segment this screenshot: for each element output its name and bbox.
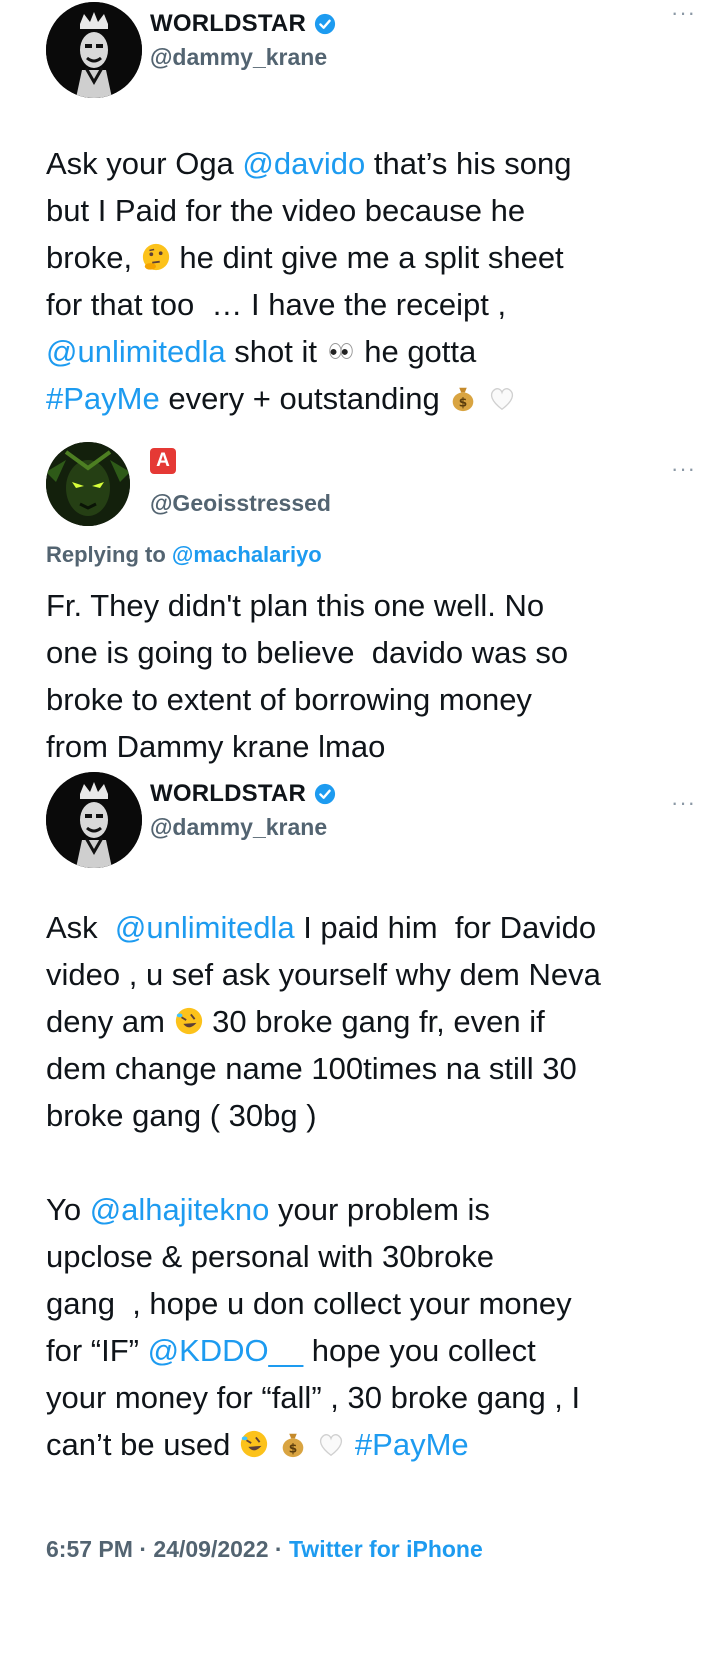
money-bag-emoji-icon: $ <box>282 1433 303 1458</box>
mention-alhajitekno[interactable]: @alhajitekno <box>90 1192 270 1227</box>
white-heart-emoji-icon <box>320 1434 343 1457</box>
tweet-header-worldstar-1: WORLDSTAR @dammy_krane ··· <box>46 0 696 112</box>
svg-text:$: $ <box>459 395 467 409</box>
tweet-text-2: Ask @unlimitedla I paid him for Davido v… <box>46 904 696 1468</box>
thinking-face-emoji-icon <box>142 243 169 271</box>
display-name[interactable]: WORLDSTAR <box>150 10 306 38</box>
separator: · <box>132 1536 154 1562</box>
more-options-icon[interactable]: ··· <box>671 0 696 26</box>
tweet-timestamp-row: 6:57 PM · 24/09/2022 · Twitter for iPhon… <box>46 1536 483 1563</box>
money-bag-emoji-icon: $ <box>453 387 474 412</box>
rofl-emoji-icon <box>175 1007 202 1035</box>
text-segment: Ask your Oga <box>46 146 243 181</box>
verified-badge-icon <box>314 783 336 805</box>
mention-kddo[interactable]: @KDDO__ <box>148 1333 304 1368</box>
tweet-header-geoisstressed: A @Geoisstressed ··· <box>46 442 696 552</box>
mention-davido[interactable]: @davido <box>242 146 365 181</box>
svg-text:$: $ <box>288 1441 296 1455</box>
username[interactable]: @dammy_krane <box>150 44 327 71</box>
tweet-source[interactable]: Twitter for iPhone <box>289 1536 483 1562</box>
tweet-text-reply: Fr. They didn't plan this one well. No o… <box>46 588 569 764</box>
white-heart-emoji-icon <box>490 388 514 411</box>
avatar[interactable] <box>46 2 142 98</box>
mention-unlimitedla[interactable]: @unlimitedla <box>115 910 295 945</box>
mention-machalariyo[interactable]: @machalariyo <box>172 542 322 567</box>
tweet-header-worldstar-2: WORLDSTAR @dammy_krane ··· <box>46 772 696 882</box>
name-row: WORLDSTAR <box>150 10 336 38</box>
text-segment: shot it <box>225 334 326 369</box>
name-row: WORLDSTAR <box>150 780 336 808</box>
tweet-text-1: Ask your Oga @davido that’s his song but… <box>46 140 686 422</box>
username[interactable]: @dammy_krane <box>150 814 327 841</box>
text-segment: he gotta <box>364 334 477 369</box>
more-options-icon[interactable]: ··· <box>671 456 696 482</box>
replying-to-label: Replying to <box>46 542 172 567</box>
avatar[interactable] <box>46 442 130 526</box>
more-options-icon[interactable]: ··· <box>671 790 696 816</box>
hashtag-payme[interactable]: #PayMe <box>46 381 160 416</box>
separator: · <box>268 1536 289 1562</box>
tweet-date[interactable]: 24/09/2022 <box>153 1536 268 1562</box>
username[interactable]: @Geoisstressed <box>150 490 331 517</box>
text-segment: Ask <box>46 910 115 945</box>
text-segment: every + outstanding <box>159 381 449 416</box>
tweet-time[interactable]: 6:57 PM <box>46 1536 133 1562</box>
replying-to-line: Replying to @machalariyo <box>46 542 322 568</box>
hashtag-payme[interactable]: #PayMe <box>355 1427 469 1462</box>
avatar[interactable] <box>46 772 142 868</box>
rofl-emoji-icon <box>240 1430 268 1458</box>
display-name[interactable]: WORLDSTAR <box>150 780 306 808</box>
eyes-emoji-icon <box>328 343 353 359</box>
badge-a-icon: A <box>150 448 176 474</box>
mention-unlimitedla[interactable]: @unlimitedla <box>46 334 226 369</box>
verified-badge-icon <box>314 13 336 35</box>
